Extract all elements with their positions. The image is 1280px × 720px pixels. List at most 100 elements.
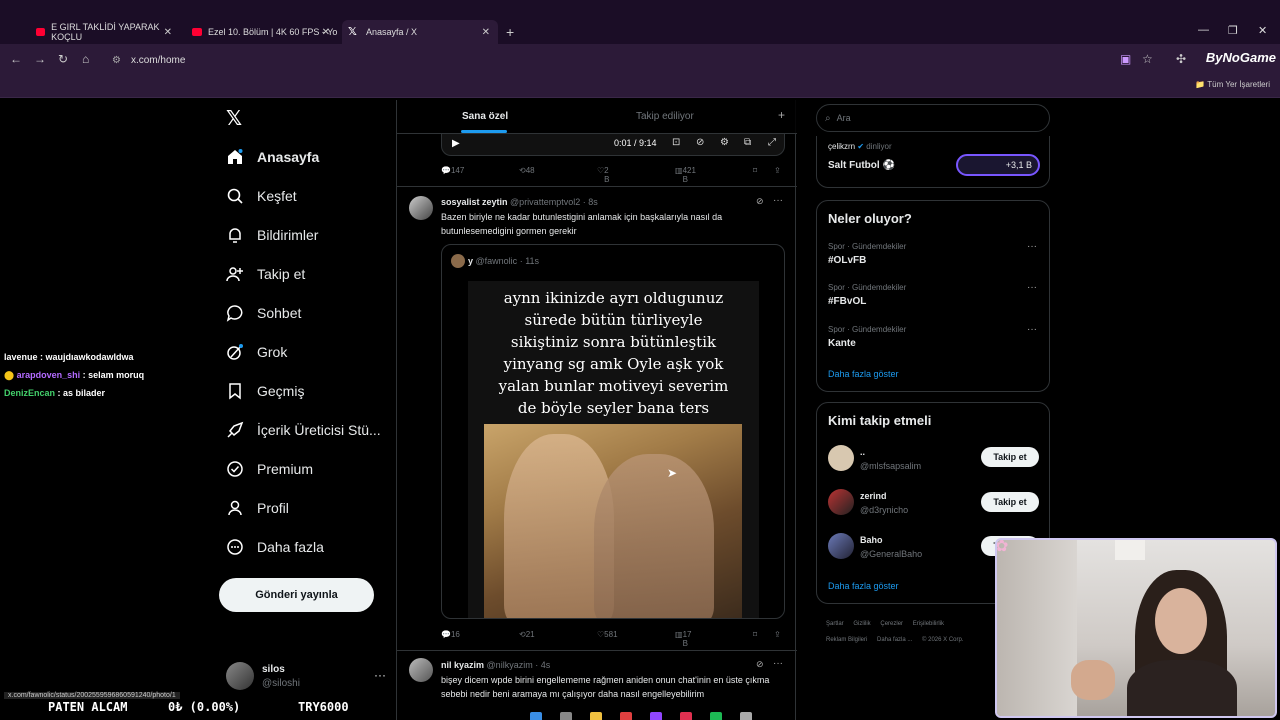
show-more-link[interactable]: Daha fazla göster (828, 581, 899, 591)
views-button[interactable]: ▥ 421 B (675, 166, 696, 184)
play-icon[interactable]: ▶ (452, 138, 460, 149)
show-more-link[interactable]: Daha fazla göster (828, 369, 899, 379)
close-icon[interactable]: ✕ (482, 27, 490, 38)
back-icon[interactable]: ← (10, 52, 22, 66)
site-info-icon[interactable]: ⚙ (112, 55, 121, 66)
folder-icon[interactable] (590, 712, 602, 720)
fullscreen-icon[interactable]: ⤢ (768, 137, 776, 148)
post-time[interactable]: · 4s (535, 660, 550, 670)
repost-button[interactable]: ⟲ 48 (519, 166, 535, 175)
suggest-name[interactable]: zerind (860, 491, 887, 501)
close-icon[interactable]: ✕ (164, 27, 172, 38)
url-field[interactable]: ⚙ x.com/home (104, 48, 1104, 72)
avatar[interactable] (409, 196, 433, 220)
author-name[interactable]: sosyalist zeytin (441, 197, 508, 207)
footer-link[interactable]: Daha fazla ... (877, 637, 912, 643)
footer-link[interactable]: Çerezler (880, 621, 903, 627)
share-icon[interactable]: ⇪ (774, 630, 781, 639)
suggest-handle[interactable]: @mlsfsapsalim (860, 461, 921, 471)
search-input[interactable]: ⌕ Ara (816, 104, 1050, 132)
all-bookmarks[interactable]: 📁 Tüm Yer İşaretleri (1195, 80, 1270, 89)
close-window-button[interactable]: ✕ (1258, 24, 1267, 37)
new-tab-button[interactable]: + (506, 24, 514, 40)
like-button[interactable]: ♡ 581 (597, 630, 618, 639)
post-button[interactable]: Gönderi yayınla (219, 578, 374, 612)
tab-for-you[interactable]: Sana özel (462, 111, 508, 122)
trend-item[interactable]: Kante (828, 338, 856, 349)
follow-button[interactable]: Takip et (981, 492, 1039, 512)
forward-icon[interactable]: → (34, 52, 46, 66)
nav-more[interactable]: Daha fazla (226, 538, 324, 556)
nav-creator-studio[interactable]: İçerik Üreticisi Stü... (226, 421, 381, 439)
nav-profile[interactable]: Profil (226, 499, 289, 517)
nav-grok[interactable]: Grok (226, 343, 287, 361)
start-icon[interactable] (530, 712, 542, 720)
app-taskbar-icon[interactable] (680, 712, 692, 720)
reply-button[interactable]: 💬 147 (441, 166, 464, 175)
trend-item[interactable]: #OLvFB (828, 255, 866, 266)
suggest-name[interactable]: .. (860, 447, 865, 457)
suggest-name[interactable]: Baho (860, 535, 883, 545)
nav-notifications[interactable]: Bildirimler (226, 226, 318, 244)
brand-logo[interactable]: ByNoGame (1206, 50, 1276, 65)
avatar[interactable] (828, 489, 854, 515)
star-icon[interactable]: ☆ (1142, 52, 1153, 66)
footer-link[interactable]: Gizlilik (853, 621, 870, 627)
app-taskbar-icon[interactable] (650, 712, 662, 720)
author-handle[interactable]: @privattemptvol2 (510, 197, 580, 207)
extension-icon[interactable]: ▣ (1120, 52, 1131, 66)
post-time[interactable]: · 8s (583, 197, 598, 207)
tab-following[interactable]: Takip ediliyor (636, 111, 694, 122)
suggest-handle[interactable]: @d3rynicho (860, 505, 908, 515)
follow-button[interactable]: Takip et (981, 447, 1039, 467)
nav-bookmarks[interactable]: Geçmiş (226, 382, 304, 400)
more-icon[interactable]: ··· (1027, 241, 1037, 252)
reload-icon[interactable]: ↻ (58, 52, 68, 66)
author-handle[interactable]: @nilkyazim (487, 660, 533, 670)
footer-link[interactable]: Erişilebilirlik (913, 621, 944, 627)
quoted-post[interactable]: y @fawnolic · 11s aynn ikinizde ayrı old… (441, 244, 785, 619)
repost-button[interactable]: ⟲ 21 (519, 630, 535, 639)
grok-explain-icon[interactable]: ⊘ (756, 196, 764, 207)
app-taskbar-icon[interactable] (740, 712, 752, 720)
listener-pill[interactable]: +3,1 B (956, 154, 1040, 176)
tab-x-home[interactable]: 𝕏 Anasayfa / X ✕ (342, 20, 498, 44)
maximize-button[interactable]: ❐ (1228, 24, 1238, 37)
puzzle-icon[interactable]: ✣ (1176, 52, 1186, 66)
reply-button[interactable]: 💬 16 (441, 630, 460, 639)
add-tab-icon[interactable]: + (778, 108, 785, 122)
pip-icon[interactable]: ⧉ (744, 137, 751, 148)
more-icon[interactable]: ··· (773, 195, 783, 206)
more-icon[interactable]: ··· (374, 668, 386, 682)
x-logo-icon[interactable]: 𝕏 (226, 106, 242, 131)
bookmark-icon[interactable]: ⌑ (753, 166, 757, 175)
trend-item[interactable]: #FBvOL (828, 296, 866, 307)
minimize-button[interactable]: — (1198, 24, 1209, 36)
captions-icon[interactable]: ⊡ (672, 137, 680, 148)
live-space-card[interactable]: çelikzrn ✔ dinliyor Salt Futbol ⚽ +3,1 B (816, 136, 1050, 188)
mute-icon[interactable]: ⊘ (696, 137, 704, 148)
nav-home[interactable]: Anasayfa (226, 148, 319, 166)
spotify-icon[interactable] (710, 712, 722, 720)
more-icon[interactable]: ··· (1027, 282, 1037, 293)
close-icon[interactable]: ✕ (322, 27, 330, 38)
settings-icon[interactable]: ⚙ (720, 137, 729, 148)
share-icon[interactable]: ⇪ (774, 166, 781, 175)
nav-explore[interactable]: Keşfet (226, 187, 297, 205)
nav-follow[interactable]: Takip et (226, 265, 305, 283)
quoted-image[interactable]: aynn ikinizde ayrı oldugunuz sürede bütü… (468, 281, 759, 618)
nav-chat[interactable]: Sohbet (226, 304, 301, 322)
search-taskbar-icon[interactable] (560, 712, 572, 720)
grok-explain-icon[interactable]: ⊘ (756, 659, 764, 670)
nav-premium[interactable]: Premium (226, 460, 313, 478)
avatar[interactable] (409, 658, 433, 682)
avatar[interactable] (828, 533, 854, 559)
views-button[interactable]: ▥ 17 B (675, 630, 691, 648)
author-name[interactable]: nil kyazim (441, 660, 484, 670)
tab-youtube-1[interactable]: E GIRL TAKLİDİ YAPARAK KOÇLU ✕ (30, 20, 180, 44)
more-icon[interactable]: ··· (773, 658, 783, 669)
suggest-handle[interactable]: @GeneralBaho (860, 549, 922, 559)
tab-youtube-2[interactable]: Ezel 10. Bölüm | 4K 60 FPS - Yo ✕ (186, 20, 338, 44)
more-icon[interactable]: ··· (1027, 324, 1037, 335)
home-icon[interactable]: ⌂ (82, 52, 89, 66)
